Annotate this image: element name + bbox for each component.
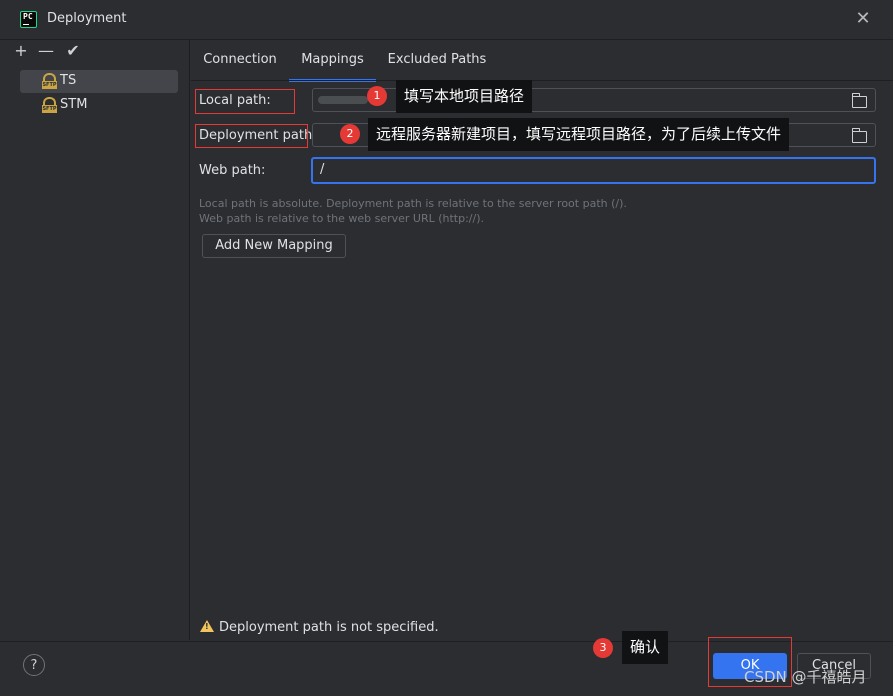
add-new-mapping-button[interactable]: Add New Mapping — [202, 234, 346, 258]
pycharm-app-icon: PC — [20, 11, 37, 28]
tab-excluded-paths[interactable]: Excluded Paths — [385, 52, 489, 82]
title-bar — [0, 0, 893, 40]
folder-icon[interactable] — [852, 93, 867, 108]
web-path-input[interactable]: / — [311, 157, 876, 184]
server-item-stm[interactable]: SFTP STM — [20, 94, 178, 117]
close-icon[interactable]: ✕ — [851, 8, 875, 32]
add-server-button[interactable]: + — [12, 42, 30, 60]
help-button[interactable]: ? — [23, 654, 45, 676]
annotation-badge-1: 1 — [367, 86, 387, 106]
annotation-callout-3: 确认 — [622, 631, 669, 664]
remove-server-button[interactable]: — — [37, 42, 55, 60]
web-path-label: Web path: — [199, 163, 266, 178]
server-item-label: TS — [60, 73, 77, 88]
tab-connection[interactable]: Connection — [200, 52, 280, 82]
annotation-badge-2: 2 — [340, 124, 360, 144]
warning-mark: ! — [205, 622, 209, 631]
window-title: Deployment — [47, 11, 127, 26]
sftp-icon: SFTP — [42, 97, 57, 113]
hint-line-1: Local path is absolute. Deployment path … — [199, 197, 627, 210]
redacted-path — [318, 96, 368, 104]
annotation-callout-1: 填写本地项目路径 — [396, 80, 533, 113]
server-item-label: STM — [60, 97, 88, 112]
folder-icon[interactable] — [852, 128, 867, 143]
warning-text: Deployment path is not specified. — [219, 620, 439, 635]
annotation-callout-2: 远程服务器新建项目，填写远程项目路径，为了后续上传文件 — [368, 118, 790, 151]
annotation-highlight-deployment-path — [195, 124, 308, 148]
server-list-panel — [0, 40, 190, 640]
set-default-button[interactable]: ✔ — [64, 42, 82, 60]
tab-divider — [191, 80, 893, 81]
hint-line-2: Web path is relative to the web server U… — [199, 212, 485, 225]
tab-mappings[interactable]: Mappings — [289, 52, 376, 82]
sftp-icon: SFTP — [42, 73, 57, 89]
watermark: CSDN @千禧皓月 — [744, 668, 867, 686]
annotation-highlight-local-path — [195, 89, 295, 114]
annotation-badge-3: 3 — [593, 638, 613, 658]
server-item-ts[interactable]: SFTP TS — [20, 70, 178, 93]
